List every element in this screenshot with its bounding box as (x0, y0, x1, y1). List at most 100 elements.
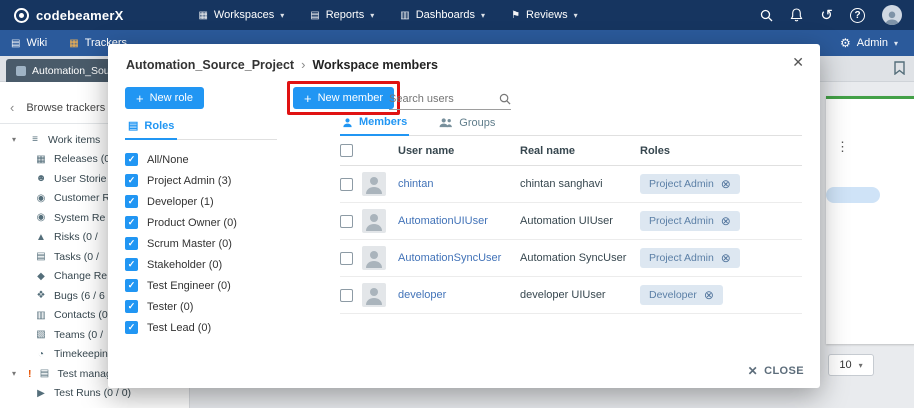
role-filter-item[interactable]: ✓ Scrum Master (0) (125, 233, 277, 254)
member-checkbox[interactable] (340, 252, 353, 265)
top-navbar: codebeamerX ▦ Workspaces ▾ ▤ Reports ▾ ▥… (0, 0, 914, 30)
tracker-label: Customer R (54, 192, 110, 204)
role-filter-item[interactable]: ✓ Test Engineer (0) (125, 275, 277, 296)
page-size-select[interactable]: 10 ▾ (828, 354, 874, 376)
role-filter-item[interactable]: ✓ All/None (125, 149, 277, 170)
roles-column-header: Roles (640, 145, 802, 157)
role-label: Developer (1) (147, 196, 214, 208)
notifications-bell-icon[interactable] (790, 8, 803, 22)
member-username-link[interactable]: developer (398, 289, 520, 301)
role-checkbox[interactable]: ✓ (125, 216, 138, 229)
role-filter-item[interactable]: ✓ Test Lead (0) (125, 317, 277, 338)
roles-tab-label: Roles (144, 120, 174, 132)
tracker-icon: ▶ (34, 388, 48, 399)
kebab-menu-icon[interactable]: ⋮ (836, 139, 849, 155)
members-tab-label: Members (359, 116, 407, 128)
tab-roles[interactable]: ▤ Roles (125, 119, 177, 140)
history-icon[interactable]: ↺ (820, 8, 833, 23)
chevron-down-icon: ▾ (370, 11, 374, 20)
members-table-header: User name Real name Roles (340, 136, 802, 166)
member-role-chip[interactable]: Project Admin ⊗ (640, 248, 740, 268)
menu-item[interactable]: ▦ Workspaces ▾ (185, 0, 297, 30)
member-username-link[interactable]: AutomationSyncUser (398, 252, 520, 264)
member-username-link[interactable]: chintan (398, 178, 520, 190)
warning-marker: ! (28, 368, 32, 380)
menu-item-label: Dashboards (416, 9, 475, 21)
chevron-down-icon: ▾ (481, 11, 485, 20)
role-checkbox[interactable]: ✓ (125, 300, 138, 313)
tracker-label: Work items (48, 134, 100, 146)
collapse-sidebar-icon[interactable]: ‹ (10, 101, 14, 114)
chevron-down-icon: ▾ (12, 135, 22, 144)
admin-menu[interactable]: ⚙ Admin ▾ (840, 36, 914, 50)
help-icon[interactable]: ? (850, 8, 865, 23)
remove-role-icon[interactable]: ⊗ (721, 251, 731, 265)
role-filter-item[interactable]: ✓ Stakeholder (0) (125, 254, 277, 275)
roles-list: ✓ All/None ✓ Project Admin (3) ✓ Develop… (125, 140, 277, 338)
select-all-checkbox[interactable] (340, 144, 353, 157)
role-checkbox[interactable]: ✓ (125, 195, 138, 208)
user-avatar[interactable] (882, 5, 902, 25)
groups-tab-label: Groups (459, 117, 495, 129)
member-username-link[interactable]: AutomationUIUser (398, 215, 520, 227)
roles-tabbar: ▤ Roles (125, 116, 277, 140)
member-role-chip[interactable]: Developer ⊗ (640, 285, 723, 305)
role-checkbox[interactable]: ✓ (125, 237, 138, 250)
breadcrumb: Automation_Source_Project › Workspace me… (126, 57, 438, 72)
menu-item[interactable]: ▥ Dashboards ▾ (387, 0, 498, 30)
member-row: developer developer UIUser Developer ⊗ (340, 277, 802, 314)
role-filter-item[interactable]: ✓ Product Owner (0) (125, 212, 277, 233)
role-filter-item[interactable]: ✓ Project Admin (3) (125, 170, 277, 191)
role-chip-label: Developer (649, 289, 697, 301)
app-logo[interactable]: codebeamerX (0, 8, 137, 23)
search-users-input[interactable] (389, 93, 495, 105)
role-checkbox[interactable]: ✓ (125, 258, 138, 271)
tracker-icon: ❖ (34, 290, 48, 301)
new-member-button[interactable]: + New member (293, 87, 394, 109)
tracker-label: Bugs (6 / 6 (54, 290, 105, 302)
tracker-icon: ◔ (34, 349, 48, 360)
tracker-icon: ◆ (34, 271, 48, 282)
new-role-button[interactable]: + New role (125, 87, 204, 109)
close-dialog-button[interactable]: ✕ CLOSE (748, 364, 804, 378)
dialog-close-icon[interactable]: ✕ (792, 54, 804, 71)
menu-item[interactable]: ▤ Reports ▾ (297, 0, 387, 30)
menu-item-label: Workspaces (214, 9, 274, 21)
menu-item-label: Reports (326, 9, 365, 21)
role-checkbox[interactable]: ✓ (125, 279, 138, 292)
search-icon[interactable] (760, 9, 773, 22)
role-chip-label: Project Admin (649, 178, 714, 190)
member-checkbox[interactable] (340, 178, 353, 191)
trackers-icon: ▦ (69, 38, 78, 49)
tracker-label: Test Runs (0 / 0) (54, 387, 131, 399)
remove-role-icon[interactable]: ⊗ (704, 288, 714, 302)
member-realname: Automation UIUser (520, 215, 640, 227)
remove-role-icon[interactable]: ⊗ (721, 214, 731, 228)
role-label: Project Admin (3) (147, 175, 231, 187)
gear-icon: ⚙ (840, 36, 851, 50)
member-role-chip[interactable]: Project Admin ⊗ (640, 174, 740, 194)
role-checkbox[interactable]: ✓ (125, 321, 138, 334)
tab-members[interactable]: Members (340, 116, 409, 136)
member-row: AutomationSyncUser Automation SyncUser P… (340, 240, 802, 277)
remove-role-icon[interactable]: ⊗ (721, 177, 731, 191)
member-checkbox[interactable] (340, 289, 353, 302)
member-avatar (362, 172, 386, 196)
role-checkbox[interactable]: ✓ (125, 153, 138, 166)
chevron-down-icon: ▾ (12, 369, 22, 378)
menu-item[interactable]: ⚑ Reviews ▾ (498, 0, 591, 30)
breadcrumb-project[interactable]: Automation_Source_Project (126, 58, 294, 72)
wiki-icon: ▤ (11, 38, 20, 49)
bookmark-icon[interactable] (894, 61, 905, 80)
member-role-chip[interactable]: Project Admin ⊗ (640, 211, 740, 231)
role-checkbox[interactable]: ✓ (125, 174, 138, 187)
brand-name: codebeamerX (36, 8, 123, 23)
role-filter-item[interactable]: ✓ Developer (1) (125, 191, 277, 212)
menu-item-icon: ▦ (198, 10, 207, 21)
member-checkbox[interactable] (340, 215, 353, 228)
wiki-menu-item[interactable]: ▤ Wiki (0, 37, 58, 49)
roles-tab-icon: ▤ (128, 119, 138, 132)
tracker-label: Change Re (54, 270, 107, 282)
role-filter-item[interactable]: ✓ Tester (0) (125, 296, 277, 317)
tab-groups[interactable]: Groups (437, 116, 497, 135)
